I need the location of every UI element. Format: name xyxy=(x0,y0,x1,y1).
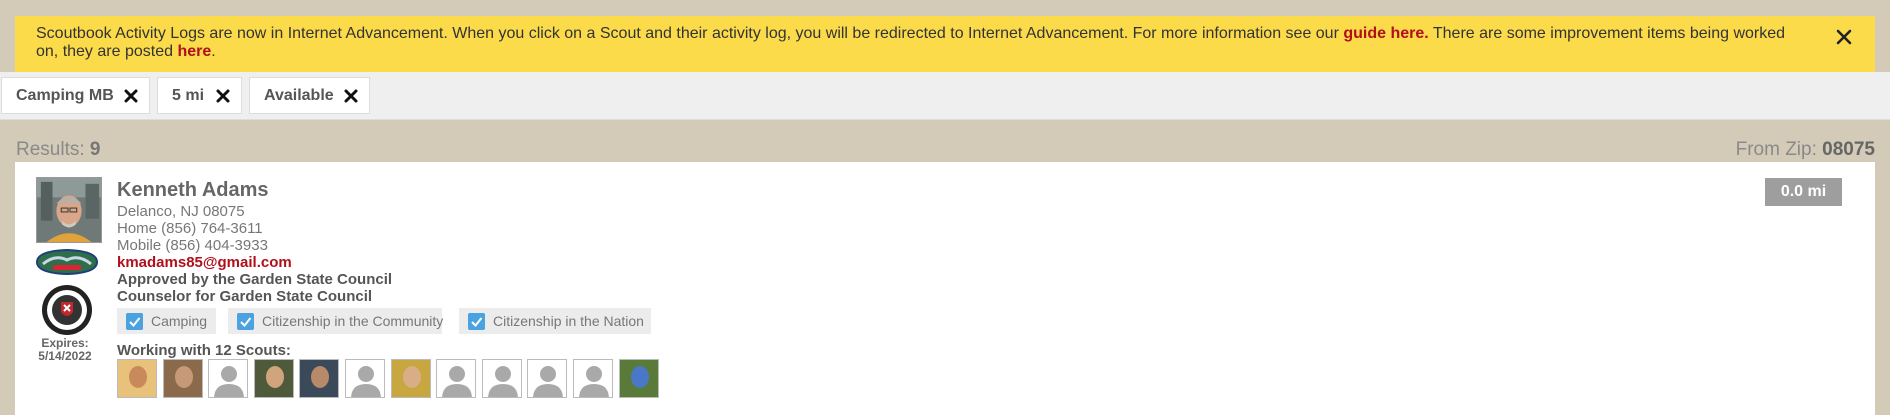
results-label: Results: xyxy=(16,139,90,160)
expiration: Expires: 5/14/2022 xyxy=(23,337,107,363)
merit-badge-camping[interactable]: Camping xyxy=(117,308,216,334)
trained-badge-icon xyxy=(42,285,92,335)
filter-bar: Camping MB 5 mi Available xyxy=(0,72,1890,120)
scout-avatar-photo[interactable] xyxy=(162,359,203,398)
banner-text: Scoutbook Activity Logs are now in Inter… xyxy=(36,25,1344,42)
merit-badge-label: Citizenship in the Nation xyxy=(493,313,644,329)
counselor-location: Delanco, NJ 08075 xyxy=(117,203,245,220)
scout-avatar-photo[interactable] xyxy=(390,359,431,398)
filter-chip-label: 5 mi xyxy=(172,87,205,104)
distance-badge: 0.0 mi xyxy=(1765,178,1842,206)
remove-icon[interactable] xyxy=(343,88,359,104)
merit-badge-citizenship-nation[interactable]: Citizenship in the Nation xyxy=(459,308,651,334)
council-patch-icon xyxy=(35,248,99,276)
checkbox-checked-icon xyxy=(126,313,143,330)
filter-chip-distance[interactable]: 5 mi xyxy=(157,77,242,114)
scout-avatar-photo[interactable] xyxy=(299,359,340,398)
banner-text-end: . xyxy=(211,43,216,60)
results-count: Results: 9 xyxy=(16,139,101,161)
counselor-email-link[interactable]: kmadams85@gmail.com xyxy=(117,254,292,271)
guide-link[interactable]: guide here. xyxy=(1343,25,1428,42)
scout-avatar-default[interactable] xyxy=(527,359,568,398)
zip-label: From Zip: xyxy=(1735,139,1823,160)
merit-badge-label: Camping xyxy=(151,313,208,329)
scout-avatar-default[interactable] xyxy=(208,359,249,398)
counselor-home-phone: Home (856) 764-3611 xyxy=(117,220,263,237)
scout-avatar-photo[interactable] xyxy=(117,359,157,398)
checkbox-checked-icon xyxy=(468,313,485,330)
announcement-banner: Scoutbook Activity Logs are now in Inter… xyxy=(15,16,1875,72)
filter-chip-camping-mb[interactable]: Camping MB xyxy=(1,77,150,114)
checkbox-checked-icon xyxy=(237,313,254,330)
remove-icon[interactable] xyxy=(215,88,231,104)
remove-icon[interactable] xyxy=(123,88,139,104)
working-with-label: Working with 12 Scouts: xyxy=(117,342,291,359)
filter-chip-label: Available xyxy=(264,87,334,104)
here-link[interactable]: here xyxy=(177,43,211,60)
scout-avatar-photo[interactable] xyxy=(618,359,659,398)
merit-badge-label: Citizenship in the Community xyxy=(262,313,444,329)
scout-avatar-default[interactable] xyxy=(345,359,385,398)
scout-avatar-default[interactable] xyxy=(481,359,522,398)
expires-date: 5/14/2022 xyxy=(38,349,92,363)
scout-avatar-default[interactable] xyxy=(436,359,477,398)
scout-avatar-default[interactable] xyxy=(573,359,613,398)
counselor-info: Kenneth Adams Delanco, NJ 08075 Home (85… xyxy=(117,178,392,305)
close-icon[interactable] xyxy=(1834,27,1854,47)
results-value: 9 xyxy=(89,139,101,160)
filter-chip-label: Camping MB xyxy=(16,87,114,104)
counselor-card: Expires: 5/14/2022 Kenneth Adams Delanco… xyxy=(15,162,1875,415)
zip-value: 08075 xyxy=(1822,139,1875,160)
merit-badge-citizenship-community[interactable]: Citizenship in the Community xyxy=(228,308,444,334)
counselor-mobile-phone: Mobile (856) 404-3933 xyxy=(117,237,268,254)
approval-status: Approved by the Garden State Council xyxy=(117,271,393,288)
counselor-name[interactable]: Kenneth Adams xyxy=(117,178,392,202)
counselor-council: Counselor for Garden State Council xyxy=(117,288,373,305)
scout-avatar-photo[interactable] xyxy=(253,359,294,398)
counselor-photo[interactable] xyxy=(36,177,102,243)
filter-chip-available[interactable]: Available xyxy=(249,77,370,114)
from-zip: From Zip: 08075 xyxy=(1736,139,1875,161)
